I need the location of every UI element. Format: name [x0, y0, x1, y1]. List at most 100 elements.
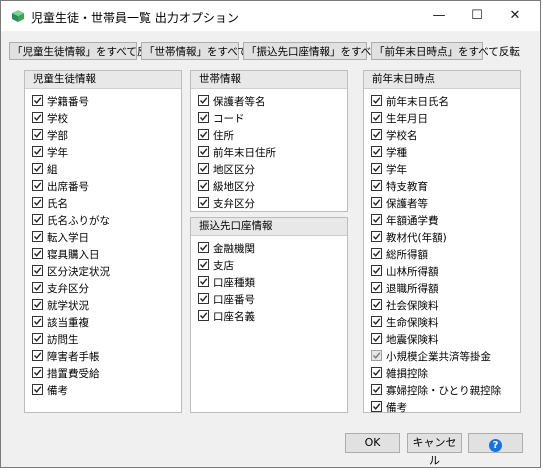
checkbox-item[interactable]: 支弁区分 — [32, 282, 89, 298]
checkbox[interactable] — [198, 276, 209, 287]
invert-student-button[interactable]: 「児童生徒情報」をすべて反転 — [9, 42, 158, 60]
checkbox-item[interactable]: 前年末日氏名 — [371, 95, 449, 111]
checkbox-item[interactable]: 氏名ふりがな — [32, 214, 110, 230]
checkbox[interactable] — [32, 248, 43, 259]
checkbox-item[interactable]: 社会保険料 — [371, 299, 439, 315]
checkbox-item[interactable]: 学部 — [32, 129, 68, 145]
checkbox[interactable] — [32, 197, 43, 208]
checkbox-item[interactable]: 該当重複 — [32, 316, 89, 332]
checkbox-item[interactable]: 寝具購入日 — [32, 248, 100, 264]
checkbox-item[interactable]: 障害者手帳 — [32, 350, 100, 366]
checkbox-item[interactable]: コード — [198, 112, 245, 128]
checkbox[interactable] — [371, 384, 382, 395]
checkbox-item[interactable]: 級地区分 — [198, 180, 255, 196]
checkbox-item[interactable]: 住所 — [198, 129, 234, 145]
close-button[interactable]: ✕ — [498, 1, 532, 31]
checkbox[interactable] — [371, 350, 382, 361]
checkbox[interactable] — [371, 163, 382, 174]
checkbox-item[interactable]: 区分決定状況 — [32, 265, 110, 281]
checkbox-item[interactable]: 地震保険料 — [371, 333, 439, 349]
checkbox[interactable] — [371, 316, 382, 327]
title-bar[interactable]: 児童生徒・世帯員一覧 出力オプション — ☐ ✕ — [1, 1, 540, 31]
checkbox-item[interactable]: 学校 — [32, 112, 68, 128]
checkbox-item[interactable]: 組 — [32, 163, 58, 179]
help-button[interactable]: ? — [468, 433, 523, 453]
checkbox[interactable] — [371, 95, 382, 106]
checkbox-item[interactable]: 雑損控除 — [371, 367, 428, 383]
checkbox-item[interactable]: 口座番号 — [198, 293, 255, 309]
checkbox-item[interactable]: 学年 — [32, 146, 68, 162]
checkbox[interactable] — [198, 180, 209, 191]
checkbox-item[interactable]: 山林所得額 — [371, 265, 439, 281]
checkbox[interactable] — [371, 333, 382, 344]
checkbox-item[interactable]: 学種 — [371, 146, 407, 162]
checkbox[interactable] — [371, 265, 382, 276]
checkbox-item[interactable]: 保護者等 — [371, 197, 428, 213]
ok-button[interactable]: OK — [345, 433, 400, 453]
minimize-button[interactable]: — — [422, 1, 456, 31]
checkbox[interactable] — [32, 282, 43, 293]
checkbox[interactable] — [198, 259, 209, 270]
checkbox[interactable] — [32, 350, 43, 361]
checkbox[interactable] — [32, 214, 43, 225]
checkbox[interactable] — [198, 242, 209, 253]
checkbox[interactable] — [371, 282, 382, 293]
checkbox-item[interactable]: 学籍番号 — [32, 95, 89, 111]
checkbox[interactable] — [32, 316, 43, 327]
checkbox[interactable] — [32, 146, 43, 157]
checkbox-item[interactable]: 保護者等名 — [198, 95, 266, 111]
checkbox[interactable] — [198, 163, 209, 174]
checkbox[interactable] — [32, 95, 43, 106]
checkbox[interactable] — [198, 146, 209, 157]
checkbox[interactable] — [371, 367, 382, 378]
checkbox[interactable] — [32, 180, 43, 191]
checkbox-item[interactable]: 生命保険料 — [371, 316, 439, 332]
checkbox-item[interactable]: 措置費受給 — [32, 367, 100, 383]
checkbox-item[interactable]: 特支教育 — [371, 180, 428, 196]
checkbox[interactable] — [371, 197, 382, 208]
invert-yearend-button[interactable]: 「前年末日時点」をすべて反転 — [371, 42, 520, 60]
checkbox[interactable] — [198, 95, 209, 106]
checkbox-item[interactable]: 小規模企業共済等掛金 — [371, 350, 491, 366]
checkbox[interactable] — [198, 310, 209, 321]
invert-account-button[interactable]: 「振込先口座情報」をすべて反転 — [243, 42, 402, 60]
checkbox[interactable] — [371, 112, 382, 123]
checkbox-item[interactable]: 総所得額 — [371, 248, 428, 264]
maximize-button[interactable]: ☐ — [460, 1, 494, 31]
checkbox[interactable] — [198, 129, 209, 140]
invert-household-button[interactable]: 「世帯情報」をすべて反転 — [141, 42, 269, 60]
checkbox-item[interactable]: 教材代(年額) — [371, 231, 447, 247]
checkbox-item[interactable]: 口座種類 — [198, 276, 255, 292]
checkbox-item[interactable]: 備考 — [371, 401, 407, 417]
checkbox[interactable] — [32, 367, 43, 378]
checkbox-item[interactable]: 備考 — [32, 384, 68, 400]
checkbox-item[interactable]: 訪問生 — [32, 333, 79, 349]
checkbox-item[interactable]: 学年 — [371, 163, 407, 179]
checkbox-item[interactable]: 就学状況 — [32, 299, 89, 315]
checkbox-item[interactable]: 退職所得額 — [371, 282, 439, 298]
checkbox[interactable] — [32, 384, 43, 395]
checkbox-item[interactable]: 支弁区分 — [198, 197, 255, 213]
checkbox-item[interactable]: 氏名 — [32, 197, 68, 213]
checkbox[interactable] — [198, 197, 209, 208]
checkbox-item[interactable]: 生年月日 — [371, 112, 428, 128]
checkbox[interactable] — [371, 129, 382, 140]
checkbox[interactable] — [371, 231, 382, 242]
checkbox[interactable] — [198, 112, 209, 123]
checkbox-item[interactable]: 地区区分 — [198, 163, 255, 179]
checkbox[interactable] — [371, 248, 382, 259]
checkbox[interactable] — [32, 129, 43, 140]
checkbox[interactable] — [371, 214, 382, 225]
checkbox[interactable] — [32, 163, 43, 174]
checkbox-item[interactable]: 転入学日 — [32, 231, 89, 247]
checkbox-item[interactable]: 口座名義 — [198, 310, 255, 326]
checkbox[interactable] — [32, 265, 43, 276]
checkbox-item[interactable]: 支店 — [198, 259, 234, 275]
checkbox-item[interactable]: 出席番号 — [32, 180, 89, 196]
checkbox[interactable] — [32, 299, 43, 310]
checkbox[interactable] — [32, 231, 43, 242]
checkbox[interactable] — [371, 401, 382, 412]
checkbox-item[interactable]: 前年末日住所 — [198, 146, 276, 162]
checkbox[interactable] — [371, 180, 382, 191]
checkbox-item[interactable]: 学校名 — [371, 129, 418, 145]
